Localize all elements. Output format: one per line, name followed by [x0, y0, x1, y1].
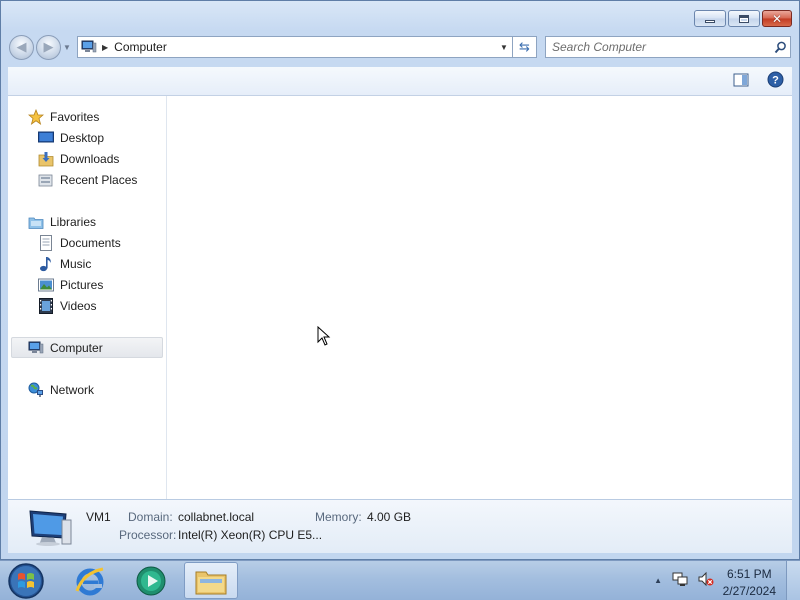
desktop-icon [38, 130, 54, 146]
nav-videos-label: Videos [60, 298, 97, 313]
memory-value: 4.00 GB [367, 510, 412, 524]
explorer-window: ✕ ◀ ▶ ▼ ▶ Computer ▼ ⇆ ? [0, 0, 800, 560]
documents-icon [38, 234, 54, 251]
show-hidden-icons-button[interactable]: ▲ [654, 576, 662, 585]
nav-libraries-label: Libraries [50, 214, 97, 229]
nav-documents[interactable]: Documents [8, 232, 166, 253]
forward-arrow-icon: ▶ [43, 39, 54, 54]
computer-name: VM1 [86, 510, 111, 524]
domain-value: collabnet.local [178, 510, 255, 524]
file-list-area[interactable] [167, 96, 792, 499]
media-player-icon [136, 566, 166, 595]
content-area: Favorites Desktop Downloads Recent Place… [8, 96, 792, 499]
command-bar: ? [8, 67, 792, 96]
notification-area: ▲ [654, 571, 714, 590]
nav-pictures[interactable]: Pictures [8, 274, 166, 295]
computer-large-icon [24, 508, 72, 551]
star-icon [28, 108, 44, 125]
computer-icon [78, 40, 100, 54]
memory-label: Memory: [315, 510, 362, 524]
close-icon: ✕ [771, 11, 783, 26]
refresh-icon: ⇆ [519, 39, 530, 54]
taskbar: ▲ 6:51 PM 2/27/2024 [0, 560, 800, 600]
network-tray-icon[interactable] [672, 571, 688, 590]
nav-recent-places[interactable]: Recent Places [8, 169, 166, 190]
nav-desktop-label: Desktop [60, 130, 105, 145]
search-input[interactable] [552, 40, 770, 54]
system-clock[interactable]: 6:51 PM 2/27/2024 [723, 566, 776, 600]
search-box[interactable] [545, 36, 791, 58]
help-icon[interactable]: ? [767, 71, 784, 91]
forward-button[interactable]: ▶ [36, 34, 61, 60]
svg-text:?: ? [772, 75, 779, 87]
nav-network[interactable]: Network [8, 379, 166, 400]
preview-pane-icon[interactable] [733, 73, 749, 90]
internet-explorer-icon [75, 567, 104, 595]
minimize-icon [705, 19, 715, 23]
nav-music[interactable]: Music [8, 253, 166, 274]
breadcrumb-separator-icon[interactable]: ▶ [102, 43, 108, 52]
nav-favorites[interactable]: Favorites [8, 106, 166, 127]
folder-icon [195, 571, 227, 594]
breadcrumb-computer[interactable]: Computer [114, 40, 496, 54]
nav-documents-label: Documents [60, 235, 121, 250]
navigation-pane: Favorites Desktop Downloads Recent Place… [8, 96, 167, 499]
maximize-icon [739, 14, 749, 23]
downloads-icon [38, 151, 54, 167]
start-button[interactable] [6, 562, 46, 600]
processor-value: Intel(R) Xeon(R) CPU E5... [178, 528, 323, 542]
search-icon[interactable] [770, 41, 790, 54]
nav-pictures-label: Pictures [60, 277, 104, 292]
caption-buttons: ✕ [694, 10, 792, 27]
nav-videos[interactable]: Videos [8, 295, 166, 316]
nav-music-label: Music [60, 256, 92, 271]
nav-desktop[interactable]: Desktop [8, 127, 166, 148]
windows-explorer-taskbar-button[interactable] [184, 562, 238, 599]
maximize-button[interactable] [728, 10, 760, 27]
nav-computer-label: Computer [50, 340, 103, 355]
refresh-button[interactable]: ⇆ [513, 36, 537, 58]
network-icon [28, 382, 44, 398]
navigation-bar: ◀ ▶ ▼ ▶ Computer ▼ ⇆ [9, 34, 791, 60]
clock-time: 6:51 PM [726, 567, 772, 581]
mouse-pointer-icon [317, 325, 331, 349]
minimize-button[interactable] [694, 10, 726, 27]
back-arrow-icon: ◀ [16, 39, 27, 54]
recent-pages-button[interactable]: ▼ [63, 43, 73, 52]
nav-downloads-label: Downloads [60, 151, 120, 166]
internet-explorer-taskbar-button[interactable] [63, 562, 117, 599]
show-desktop-button[interactable] [786, 561, 800, 600]
media-player-taskbar-button[interactable] [124, 562, 178, 599]
address-bar[interactable]: ▶ Computer ▼ [77, 36, 513, 58]
nav-recent-places-label: Recent Places [60, 172, 138, 187]
music-icon [38, 256, 54, 272]
computer-icon [28, 340, 44, 356]
recent-places-icon [38, 172, 54, 188]
details-pane: VM1 Domain: collabnet.local Memory: 4.00… [8, 499, 792, 553]
videos-icon [38, 297, 54, 314]
close-button[interactable]: ✕ [762, 10, 792, 27]
processor-label: Processor: [119, 528, 177, 542]
nav-libraries[interactable]: Libraries [8, 211, 166, 232]
libraries-icon [28, 214, 44, 230]
back-button[interactable]: ◀ [9, 34, 34, 60]
nav-computer[interactable]: Computer [11, 337, 163, 358]
nav-favorites-label: Favorites [50, 109, 100, 124]
pictures-icon [38, 277, 54, 293]
nav-network-label: Network [50, 382, 95, 397]
nav-downloads[interactable]: Downloads [8, 148, 166, 169]
address-dropdown-icon[interactable]: ▼ [496, 43, 512, 52]
domain-label: Domain: [128, 510, 173, 524]
clock-date: 2/27/2024 [722, 584, 776, 598]
volume-muted-icon[interactable] [698, 571, 714, 590]
